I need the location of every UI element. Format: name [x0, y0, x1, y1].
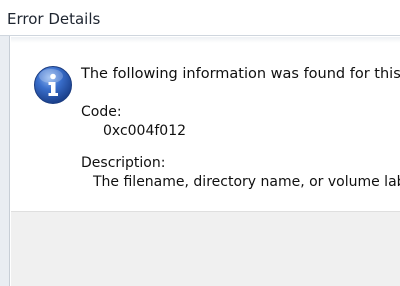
info-icon [33, 65, 73, 105]
dialog-footer [11, 211, 400, 286]
title-bar[interactable]: Error Details [0, 0, 400, 36]
code-label: Code: [81, 104, 122, 120]
content-top-shadow [11, 37, 400, 43]
window-frame-left [0, 36, 10, 286]
window-title: Error Details [7, 10, 101, 28]
description-label: Description: [81, 155, 166, 171]
description-value: The filename, directory name, or volume … [93, 174, 400, 190]
error-details-window: Error Details The following information … [0, 0, 400, 286]
error-code-value: 0xc004f012 [103, 123, 187, 139]
error-headline: The following information was found for … [81, 66, 400, 82]
